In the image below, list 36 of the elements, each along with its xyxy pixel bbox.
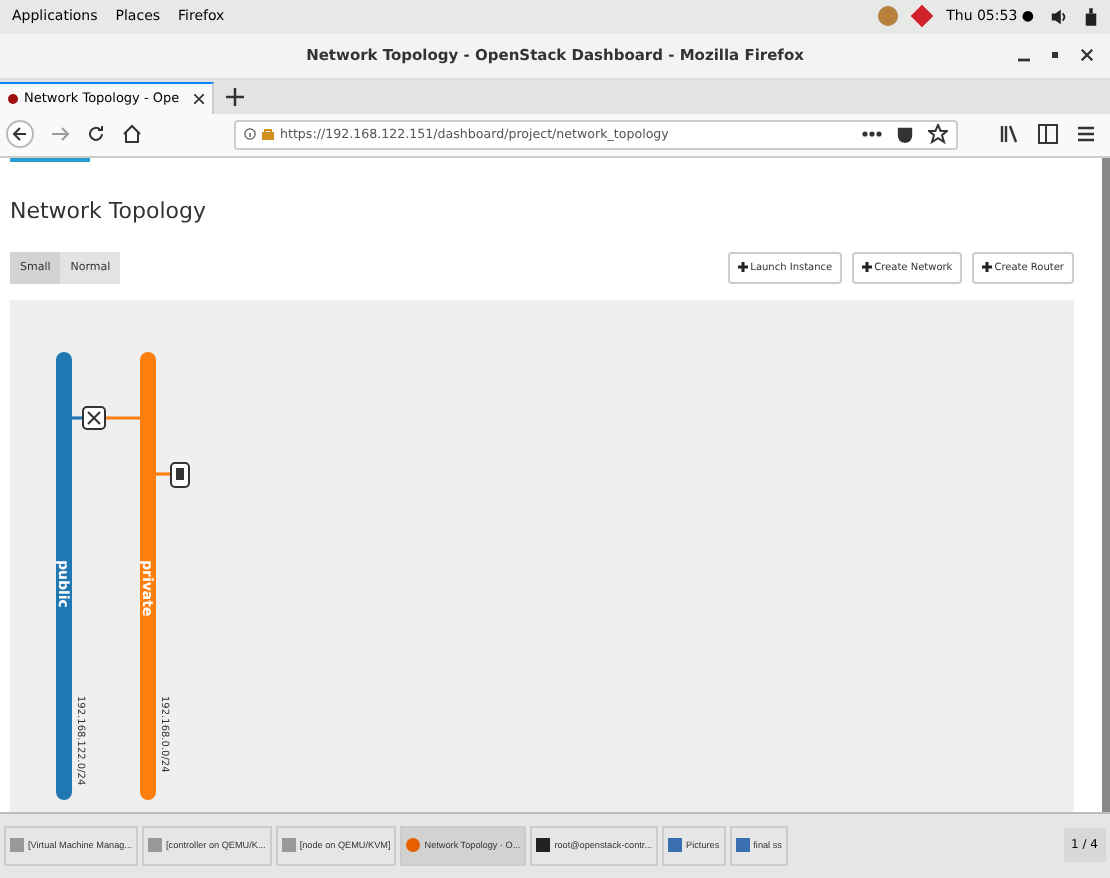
more-icon[interactable]: [862, 130, 882, 139]
plus-icon: [862, 261, 873, 272]
speaker-icon[interactable]: [1050, 7, 1068, 26]
app-icon: [735, 838, 750, 853]
maximize-icon[interactable]: [1052, 52, 1058, 59]
menu-icon[interactable]: [1076, 124, 1096, 145]
plus-icon: [982, 261, 993, 272]
page-heading: Network Topology: [10, 197, 208, 224]
network-bar[interactable]: [56, 351, 72, 800]
sidebar-icon[interactable]: [1038, 124, 1058, 145]
info-icon[interactable]: [244, 128, 256, 141]
shield-icon[interactable]: [896, 125, 914, 144]
home-icon[interactable]: [122, 124, 142, 145]
forward-icon[interactable]: [50, 124, 70, 145]
app-icon: [10, 838, 24, 853]
library-icon[interactable]: [1000, 124, 1020, 145]
router-link: [72, 415, 140, 419]
avatar-icon[interactable]: [878, 6, 899, 27]
app-icon: [281, 838, 296, 853]
reload-icon[interactable]: [86, 124, 106, 145]
instance-link: [156, 471, 170, 475]
app-icon: [406, 838, 421, 853]
back-icon[interactable]: [6, 120, 34, 149]
close-icon[interactable]: [1080, 48, 1094, 63]
plus-icon: [738, 261, 749, 272]
instance-icon[interactable]: [170, 461, 190, 488]
close-tab-icon[interactable]: [193, 93, 204, 104]
app-icon: [148, 838, 163, 853]
app-icon: [668, 838, 683, 853]
lock-icon[interactable]: [262, 128, 274, 141]
app-icon: [536, 838, 551, 853]
favicon-icon: [8, 93, 18, 104]
power-icon[interactable]: [1084, 7, 1098, 26]
new-tab-icon[interactable]: [225, 88, 244, 107]
star-icon[interactable]: [928, 124, 948, 145]
router-icon[interactable]: [82, 405, 106, 430]
